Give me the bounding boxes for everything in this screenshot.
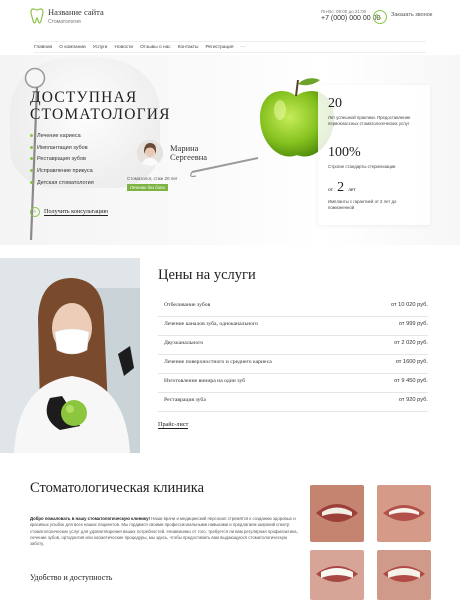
stat-warranty-text: Импланты с гарантией от 2 лет до пожизне… (328, 199, 397, 210)
nav-item-contacts[interactable]: Контакты (178, 45, 199, 50)
stat-years-value: 20 (328, 96, 342, 111)
feature-item: Имплантация зубов (30, 143, 94, 155)
smile-photo (310, 485, 364, 542)
working-hours: Пн-Вс: 09:00 до 21:00 (321, 9, 367, 14)
feature-item: Детская стоматология (30, 178, 94, 190)
feature-item: Реставрация зубов (30, 154, 94, 166)
smile-photo (377, 550, 431, 600)
phone-icon[interactable] (373, 10, 387, 24)
nav-item-home[interactable]: Главная (34, 45, 52, 50)
site-name[interactable]: Название сайта (48, 7, 104, 17)
main-nav: Главная О компании Услуги Новости Отзывы… (34, 41, 426, 53)
nav-item-reviews[interactable]: Отзывы о нас (140, 45, 171, 50)
price-row[interactable]: Лечение каналов зуба, одноканального от 9… (158, 316, 428, 336)
price-row[interactable]: Отбеливание зубов от 10 020 руб. (158, 297, 428, 317)
stat-years-text: Лет успешной практики. Предоставление пе… (328, 115, 411, 126)
site-subtitle: Стоматология (48, 19, 81, 25)
prices-title: Цены на услуги (158, 267, 256, 283)
stat-sterility-text: Строгие стандарты стерилизации (328, 164, 396, 169)
nav-item-news[interactable]: Новости (115, 45, 134, 50)
stat-sterility-value: 100% (328, 145, 361, 160)
doctor-experience: Стоматолог, стаж 20 лет (127, 176, 178, 181)
doctor-avatar (137, 140, 163, 166)
doctor-name: Марина Сергеевна (170, 143, 208, 162)
phone-number[interactable]: +7 (000) 000 00 00 (321, 15, 380, 22)
tooth-logo-icon[interactable] (30, 8, 44, 24)
nav-more[interactable]: ··· (240, 45, 245, 50)
nav-item-services[interactable]: Услуги (93, 45, 108, 50)
status-badge: Лечение без боли (127, 184, 168, 191)
hero-title: ДОСТУПНАЯ СТОМАТОЛОГИЯ (30, 89, 171, 123)
price-row[interactable]: Лечение поверхностного и среднего кариес… (158, 354, 428, 374)
nav-item-about[interactable]: О компании (59, 45, 85, 50)
price-list-link[interactable]: Прайс-лист (158, 421, 189, 429)
smile-photo (377, 485, 431, 542)
feature-list: Лечение кариеса Имплантация зубов Рестав… (30, 131, 94, 190)
clinic-title: Стоматологическая клиника (30, 480, 205, 496)
plus-icon[interactable]: + (30, 207, 40, 217)
feature-item: Исправление прикуса (30, 166, 94, 178)
price-row[interactable]: Двухканального от 2 020 руб. (158, 335, 428, 355)
callback-button[interactable]: Заказать звонок (391, 12, 432, 18)
price-row[interactable]: Реставрация зуба от 920 руб. (158, 392, 428, 412)
feature-heading: Удобство и доступность (30, 573, 113, 582)
clinic-description: Добро пожаловать в нашу стоматологическу… (30, 516, 298, 547)
consultation-link[interactable]: Получить консультацию (44, 208, 109, 216)
feature-item: Лечение кариеса (30, 131, 94, 143)
price-row[interactable]: Изготовление винира на один зуб от 9 450 … (158, 373, 428, 393)
stats-panel: 20 Лет успешной практики. Предоставление… (318, 85, 430, 225)
smile-photo (310, 550, 364, 600)
nav-item-register[interactable]: Регистрация (205, 45, 233, 50)
dentist-with-apple-photo (0, 258, 140, 453)
stat-warranty-value: от 2 лет (328, 180, 356, 195)
